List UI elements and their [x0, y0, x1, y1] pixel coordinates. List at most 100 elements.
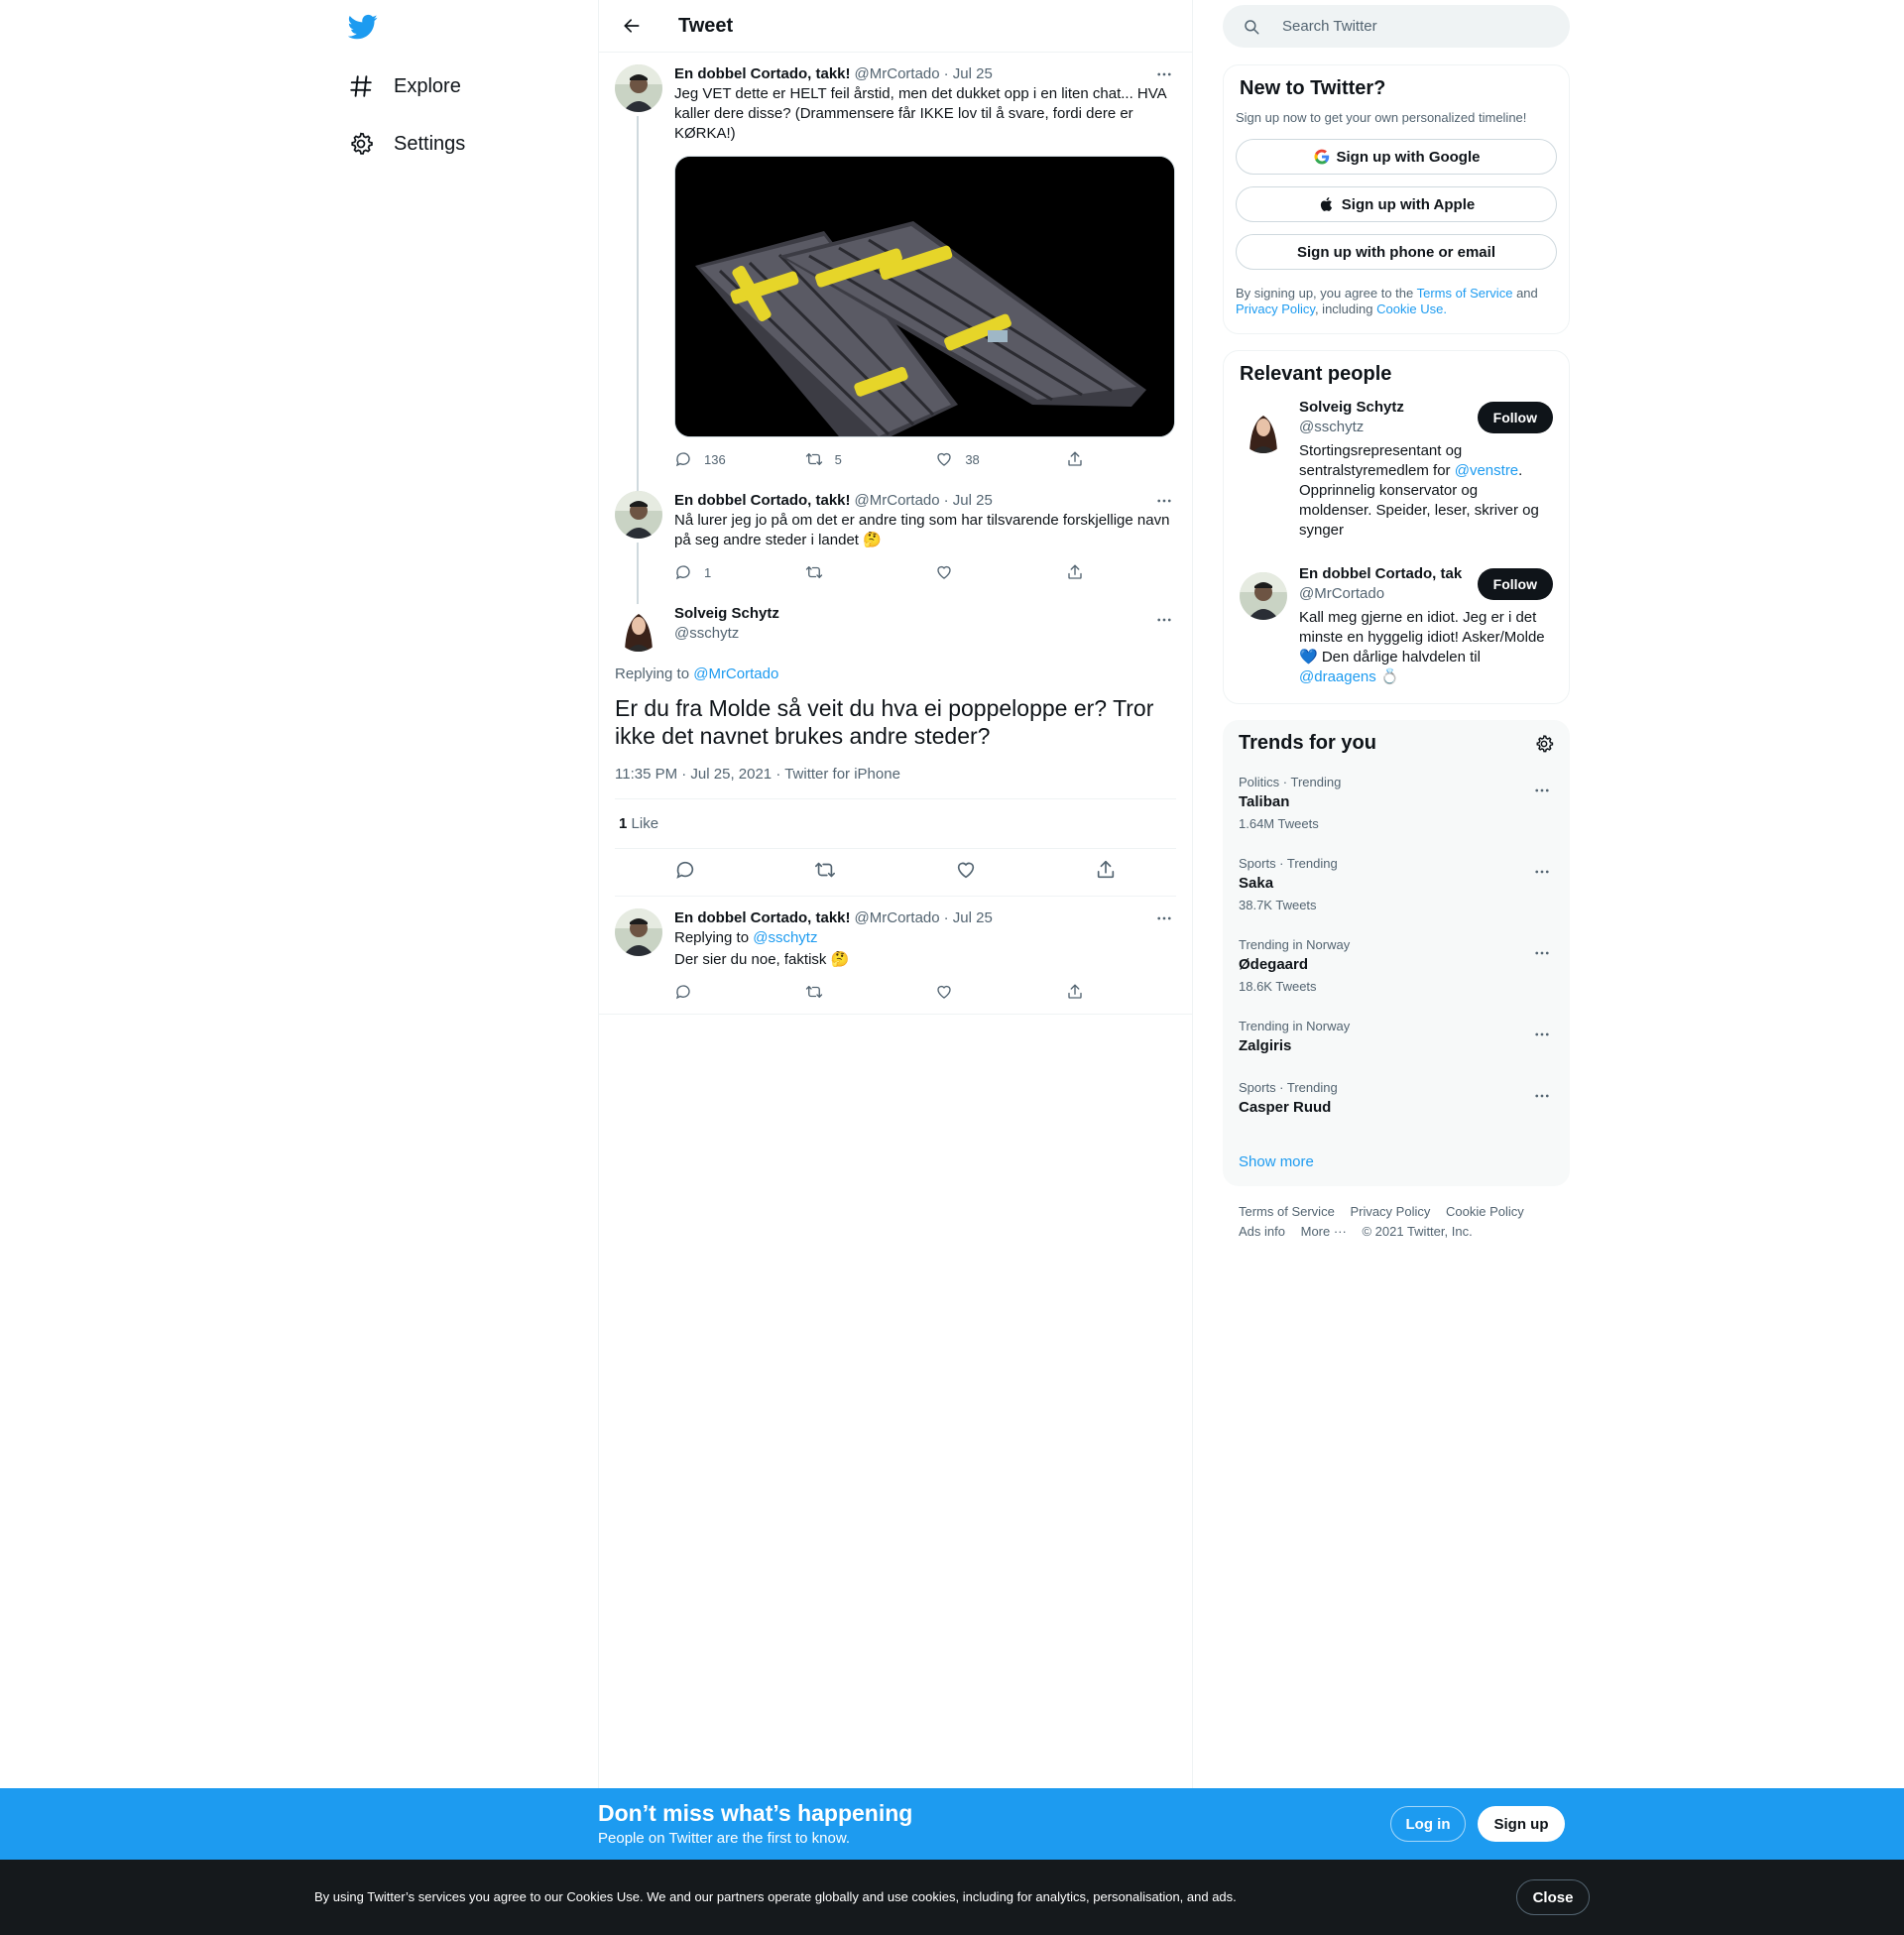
more-icon[interactable] — [1152, 608, 1176, 632]
cookie-close-button[interactable]: Close — [1516, 1879, 1590, 1915]
signup-title: New to Twitter? — [1240, 77, 1386, 99]
cookie-use-link[interactable]: Cookie Use. — [1376, 302, 1447, 316]
replying-to-link[interactable]: @sschytz — [753, 929, 817, 946]
tweet-date[interactable]: · Jul 25 — [944, 908, 993, 928]
gear-icon — [348, 131, 374, 157]
footer-privacy-link[interactable]: Privacy Policy — [1350, 1204, 1430, 1219]
terms-link[interactable]: Terms of Service — [1417, 286, 1513, 301]
footer-terms-link[interactable]: Terms of Service — [1239, 1204, 1335, 1219]
more-icon[interactable] — [1530, 941, 1554, 965]
share-icon[interactable] — [1095, 859, 1117, 886]
thread-tweet[interactable]: En dobbel Cortado, takk! @MrCortado · Ju… — [599, 53, 1192, 533]
share-icon — [1068, 564, 1082, 579]
like-button[interactable] — [935, 982, 1029, 1002]
author-name[interactable]: Solveig Schytz — [674, 604, 1176, 624]
reply-button[interactable]: 1 — [674, 562, 769, 582]
trend-item[interactable]: Politics · Trending Taliban 1.64M Tweets — [1223, 763, 1570, 844]
avatar[interactable] — [1240, 572, 1287, 620]
signup-phone-button[interactable]: Sign up with phone or email — [1236, 234, 1557, 270]
twitter-bird-icon[interactable] — [347, 12, 378, 42]
relevant-title: Relevant people — [1240, 363, 1392, 385]
avatar[interactable] — [615, 64, 662, 112]
likes-row[interactable]: 1 Like — [615, 799, 1176, 849]
tweet-date[interactable]: · Jul 25 — [944, 491, 993, 511]
like-button[interactable] — [935, 562, 1029, 582]
signup-apple-button[interactable]: Sign up with Apple — [1236, 186, 1557, 222]
trend-item[interactable]: Trending in Norway Zalgiris — [1223, 1007, 1570, 1068]
avatar[interactable] — [615, 491, 662, 539]
avatar[interactable] — [615, 908, 662, 956]
more-icon[interactable] — [1530, 1084, 1554, 1108]
nav-explore[interactable]: Explore — [348, 66, 461, 106]
retweet-button[interactable] — [805, 982, 899, 1002]
reply-icon[interactable] — [674, 859, 696, 886]
author-handle[interactable]: @sschytz — [674, 624, 1176, 644]
retweet-icon[interactable] — [814, 859, 836, 886]
trend-item[interactable]: Sports · Trending Casper Ruud — [1223, 1068, 1570, 1130]
author-handle[interactable]: @MrCortado — [855, 491, 940, 511]
avatar[interactable] — [615, 604, 662, 652]
retweet-button[interactable] — [805, 562, 899, 582]
like-button[interactable]: 38 — [935, 449, 1029, 469]
thread-tweet[interactable]: En dobbel Cortado, takk! @MrCortado · Ju… — [599, 469, 1192, 614]
author-name[interactable]: En dobbel Cortado, takk! — [674, 908, 851, 928]
privacy-link[interactable]: Privacy Policy — [1236, 302, 1315, 316]
tweet-date[interactable]: · Jul 25 — [944, 64, 993, 84]
author-handle[interactable]: @MrCortado — [855, 908, 940, 928]
avatar[interactable] — [1240, 406, 1287, 453]
nav-settings[interactable]: Settings — [348, 124, 465, 164]
tweet-text: Nå lurer jeg jo på om det er andre ting … — [674, 512, 1170, 548]
signup-phone-label: Sign up with phone or email — [1296, 243, 1495, 261]
replying-to-link[interactable]: @MrCortado — [693, 665, 778, 682]
retweet-button[interactable]: 5 — [805, 449, 899, 469]
trend-item[interactable]: Sports · Trending Saka 38.7K Tweets — [1223, 844, 1570, 925]
share-button[interactable] — [1066, 449, 1096, 469]
tweet-image[interactable] — [674, 156, 1175, 437]
trend-name: Taliban — [1239, 793, 1290, 810]
terms-and: and — [1516, 286, 1538, 301]
replying-label: Replying to — [674, 929, 750, 946]
person-item[interactable]: Solveig Schytz @sschytz Stortingsreprese… — [1224, 386, 1569, 552]
trend-count: 18.6K Tweets — [1239, 979, 1317, 994]
terms-text: By signing up, you agree to the — [1236, 286, 1414, 301]
more-icon[interactable] — [1530, 1023, 1554, 1046]
signup-google-label: Sign up with Google — [1336, 148, 1481, 166]
author-handle[interactable]: @MrCortado — [855, 64, 940, 84]
gear-icon[interactable] — [1534, 734, 1554, 760]
author-name[interactable]: En dobbel Cortado, takk! — [674, 64, 851, 84]
more-icon[interactable] — [1530, 779, 1554, 802]
follow-button[interactable]: Follow — [1477, 568, 1553, 600]
trend-count: 1.64M Tweets — [1239, 816, 1319, 831]
share-button[interactable] — [1066, 982, 1096, 1002]
login-button[interactable]: Log in — [1390, 1806, 1466, 1842]
search-input[interactable]: Search Twitter — [1223, 5, 1570, 48]
signup-google-button[interactable]: Sign up with Google — [1236, 139, 1557, 175]
trend-item[interactable]: Trending in Norway Ødegaard 18.6K Tweets — [1223, 925, 1570, 1007]
signup-card: New to Twitter? Sign up now to get your … — [1223, 64, 1570, 334]
more-icon[interactable] — [1152, 489, 1176, 513]
share-button[interactable] — [1066, 562, 1096, 582]
back-arrow-icon[interactable] — [615, 9, 649, 43]
more-icon[interactable] — [1152, 907, 1176, 930]
show-more-link[interactable]: Show more — [1223, 1130, 1570, 1186]
bio-link[interactable]: @draagens — [1299, 668, 1376, 685]
footer-ads-link[interactable]: Ads info — [1239, 1224, 1285, 1239]
reply-button[interactable] — [674, 982, 769, 1002]
reply-button[interactable]: 136 — [674, 449, 769, 469]
terms-including: , including — [1314, 302, 1373, 316]
signup-button[interactable]: Sign up — [1478, 1806, 1565, 1842]
reply-tweet[interactable]: En dobbel Cortado, takk! @MrCortado · Ju… — [599, 897, 1192, 1015]
author-name[interactable]: En dobbel Cortado, takk! — [674, 491, 851, 511]
bio-link[interactable]: @venstre — [1455, 462, 1518, 479]
footer-more-link[interactable]: More ··· — [1301, 1224, 1347, 1239]
heart-icon[interactable] — [955, 859, 977, 886]
tweet-timestamp[interactable]: 11:35 PM · Jul 25, 2021 · Twitter for iP… — [615, 766, 1176, 799]
follow-button[interactable]: Follow — [1477, 402, 1553, 433]
person-item[interactable]: En dobbel Cortado, tak @MrCortado Kall m… — [1224, 552, 1569, 699]
retweet-count: 5 — [834, 451, 842, 467]
more-icon[interactable] — [1530, 860, 1554, 884]
more-icon[interactable] — [1152, 62, 1176, 86]
footer-cookie-link[interactable]: Cookie Policy — [1446, 1204, 1524, 1219]
signup-terms: By signing up, you agree to the Terms of… — [1224, 270, 1569, 333]
retweet-icon — [805, 566, 822, 578]
